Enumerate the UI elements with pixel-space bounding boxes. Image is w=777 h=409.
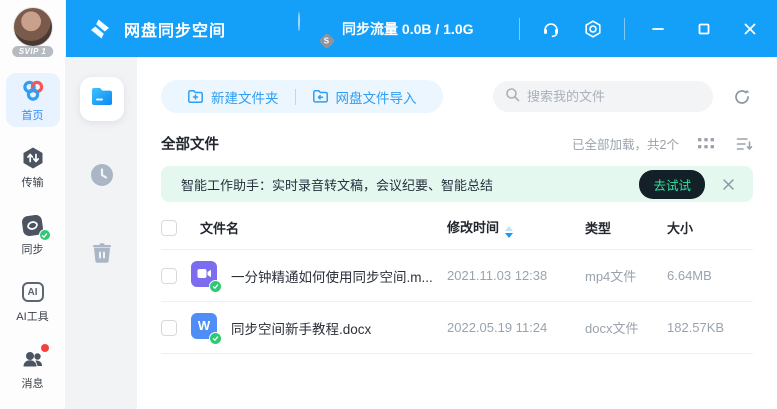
new-folder-button[interactable]: 新建文件夹 xyxy=(187,87,279,107)
main-content: 新建文件夹 网盘文件导入 xyxy=(137,57,777,409)
support-headset-icon[interactable] xyxy=(540,18,562,40)
trash-icon xyxy=(90,241,114,270)
refresh-icon[interactable] xyxy=(731,86,753,108)
file-table: 文件名 修改时间 类型 大小 xyxy=(161,206,753,354)
section-header: 全部文件 已全部加载，共2个 xyxy=(161,133,753,154)
messages-icon xyxy=(20,346,46,372)
file-modified-time: 2022.05.19 11:24 xyxy=(447,320,585,335)
try-it-button[interactable]: 去试试 xyxy=(639,170,705,199)
titlebar-avatar[interactable]: S xyxy=(298,13,330,45)
rail-item-trash[interactable] xyxy=(80,233,124,277)
synced-badge xyxy=(209,332,222,345)
search-box[interactable] xyxy=(493,81,713,112)
search-icon xyxy=(505,87,520,107)
sidebar-item-messages[interactable]: 消息 xyxy=(6,341,60,395)
svip-badge: SVIP 1 xyxy=(12,46,54,57)
settings-icon[interactable] xyxy=(582,18,604,40)
sidebar-item-label: 消息 xyxy=(22,375,44,391)
sidebar-item-transfer[interactable]: 传输 xyxy=(6,140,60,194)
table-header-row: 文件名 修改时间 类型 大小 xyxy=(161,206,753,250)
avatar-image xyxy=(13,7,53,47)
column-header-name: 文件名 xyxy=(200,218,239,237)
grid-view-icon[interactable] xyxy=(697,136,715,152)
unread-dot xyxy=(41,344,49,352)
close-button[interactable] xyxy=(737,16,763,42)
sidebar-item-label: 同步 xyxy=(22,241,44,257)
video-file-icon xyxy=(191,261,221,291)
synced-badge xyxy=(209,280,222,293)
file-size: 6.64MB xyxy=(667,268,753,283)
home-rings-icon xyxy=(20,78,46,104)
rail-item-recent[interactable] xyxy=(80,155,124,199)
sort-arrows-icon[interactable] xyxy=(505,226,513,238)
section-rail xyxy=(66,57,137,409)
sync-icon xyxy=(20,212,46,238)
app-logo-icon xyxy=(88,17,112,41)
app-title: 网盘同步空间 xyxy=(124,17,226,41)
table-row[interactable]: W 同步空间新手教程.docx 2022.05.19 11:24 docx文件 … xyxy=(161,302,753,354)
clock-icon xyxy=(89,162,115,193)
maximize-button[interactable] xyxy=(691,16,717,42)
sidebar-item-sync[interactable]: 同步 xyxy=(6,207,60,261)
sidebar-item-label: AI工具 xyxy=(16,308,48,324)
member-badge: S xyxy=(319,32,336,49)
transfer-icon xyxy=(20,145,46,171)
sidebar-nav: 首页 传输 xyxy=(0,73,65,395)
ai-assistant-banner: 智能工作助手：实时录音转文稿，会议纪要、智能总结 去试试 xyxy=(161,166,753,202)
ai-tools-icon: AI xyxy=(20,279,46,305)
section-title: 全部文件 xyxy=(161,133,219,154)
sidebar-item-label: 传输 xyxy=(22,174,44,190)
select-all-checkbox[interactable] xyxy=(161,220,177,236)
row-checkbox[interactable] xyxy=(161,320,177,336)
sync-ok-badge xyxy=(39,229,51,241)
sidebar-item-label: 首页 xyxy=(22,107,44,123)
file-type: docx文件 xyxy=(585,318,667,337)
titlebar-divider xyxy=(624,18,625,40)
table-row[interactable]: 一分钟精通如何使用同步空间.m... 2021.11.03 12:38 mp4文… xyxy=(161,250,753,302)
search-input[interactable] xyxy=(527,89,701,104)
import-from-cloud-button[interactable]: 网盘文件导入 xyxy=(312,87,417,107)
toolbar: 新建文件夹 网盘文件导入 xyxy=(161,80,753,113)
load-status: 已全部加载，共2个 xyxy=(572,134,679,153)
sync-traffic-label: 同步流量 0.0B / 1.0G xyxy=(342,19,473,39)
left-sidebar: SVIP 1 首页 xyxy=(0,0,66,409)
actions-pill: 新建文件夹 网盘文件导入 xyxy=(161,80,443,113)
banner-close-icon[interactable] xyxy=(719,175,737,193)
file-name[interactable]: 一分钟精通如何使用同步空间.m... xyxy=(231,266,433,286)
rail-item-files[interactable] xyxy=(80,77,124,121)
sidebar-item-ai-tools[interactable]: AI AI工具 xyxy=(6,274,60,328)
banner-text: 智能工作助手：实时录音转文稿，会议纪要、智能总结 xyxy=(181,175,493,194)
column-header-size: 大小 xyxy=(667,218,753,237)
column-header-time[interactable]: 修改时间 xyxy=(447,220,499,235)
file-name[interactable]: 同步空间新手教程.docx xyxy=(231,318,371,338)
file-modified-time: 2021.11.03 12:38 xyxy=(447,268,585,283)
titlebar: 网盘同步空间 S 同步流量 0.0B / 1.0G xyxy=(66,0,777,57)
user-avatar[interactable]: SVIP 1 xyxy=(13,7,53,59)
titlebar-divider xyxy=(519,18,520,40)
folder-icon xyxy=(89,84,115,115)
file-type: mp4文件 xyxy=(585,266,667,285)
sort-list-icon[interactable] xyxy=(735,136,753,152)
file-size: 182.57KB xyxy=(667,320,753,335)
sidebar-item-home[interactable]: 首页 xyxy=(6,73,60,127)
column-header-type: 类型 xyxy=(585,218,667,237)
row-checkbox[interactable] xyxy=(161,268,177,284)
minimize-button[interactable] xyxy=(645,16,671,42)
word-file-icon: W xyxy=(191,313,221,343)
app-window: SVIP 1 首页 xyxy=(0,0,777,409)
toolbar-separator xyxy=(295,89,296,105)
